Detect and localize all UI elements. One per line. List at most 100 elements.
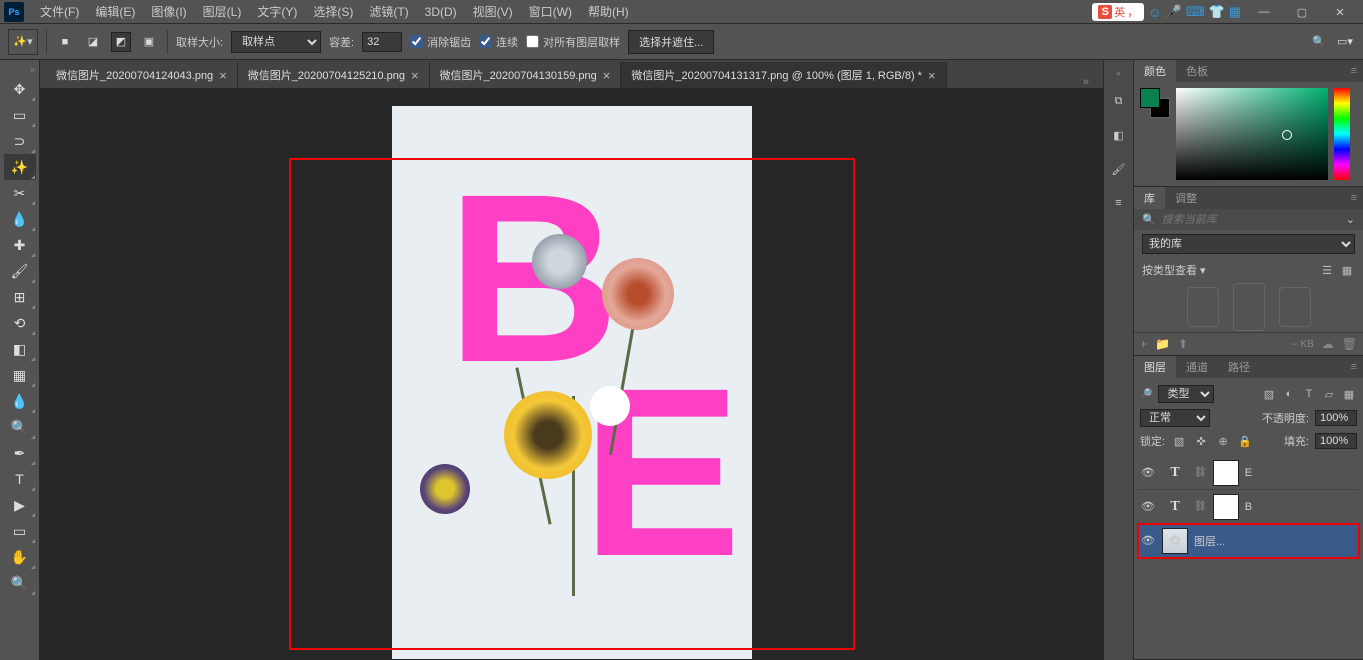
close-button[interactable]: ✕ [1325, 2, 1355, 22]
menu-file[interactable]: 文件(F) [32, 3, 87, 20]
add-icon[interactable]: + [1140, 337, 1147, 351]
library-view-label[interactable]: 按类型查看 ▾ [1142, 262, 1206, 278]
dodge-tool[interactable]: 🔍 [4, 414, 36, 440]
canvas-viewport[interactable]: B E [40, 88, 1103, 660]
doc-tab-1[interactable]: 微信图片_20200704124043.png× [46, 62, 238, 88]
pen-tool[interactable]: ✒ [4, 440, 36, 466]
adjustments-tab[interactable]: 调整 [1165, 187, 1207, 209]
path-select-tool[interactable]: ▶ [4, 492, 36, 518]
filter-adjust-icon[interactable]: ◐ [1281, 386, 1297, 402]
crop-tool[interactable]: ✂ [4, 180, 36, 206]
doc-tab-2[interactable]: 微信图片_20200704125210.png× [238, 62, 430, 88]
close-icon[interactable]: × [603, 68, 611, 83]
tolerance-input[interactable] [362, 32, 402, 52]
all-layers-checkbox[interactable]: 对所有图层取样 [526, 34, 620, 50]
ime-indicator[interactable]: S英， [1092, 3, 1144, 21]
select-and-mask-button[interactable]: 选择并遮住... [628, 30, 714, 54]
stamp-tool[interactable]: ⊞ [4, 284, 36, 310]
minimize-button[interactable]: — [1249, 2, 1279, 22]
strip-expand-icon[interactable]: « [1116, 68, 1121, 78]
chevron-down-icon[interactable]: ⌄ [1346, 213, 1355, 226]
workspace-icon[interactable]: ▭▾ [1335, 32, 1355, 52]
paths-tab[interactable]: 路径 [1218, 356, 1260, 378]
color-picker-field[interactable] [1176, 88, 1328, 180]
color-swatches[interactable] [1140, 88, 1170, 118]
libraries-tab[interactable]: 库 [1134, 187, 1165, 209]
search-icon[interactable]: 🔍 [1309, 32, 1329, 52]
keyboard-icon[interactable]: ⌨ [1186, 4, 1205, 20]
filter-pixel-icon[interactable]: ▧ [1261, 386, 1277, 402]
panel-menu-icon[interactable]: ≡ [1345, 192, 1363, 204]
doc-tab-4[interactable]: 微信图片_20200704131317.png @ 100% (图层 1, RG… [621, 62, 946, 88]
tab-overflow-icon[interactable]: » [1075, 76, 1097, 88]
magic-wand-tool[interactable]: ✨ [4, 154, 36, 180]
layer-mask-thumb[interactable] [1213, 460, 1239, 486]
antialias-checkbox[interactable]: 消除锯齿 [410, 34, 471, 50]
library-search[interactable]: 🔍 ⌄ [1134, 209, 1363, 230]
folder-icon[interactable]: 📁 [1155, 337, 1170, 351]
filter-smart-icon[interactable]: ▦ [1341, 386, 1357, 402]
lock-position-icon[interactable]: ✜ [1193, 433, 1209, 449]
layers-tab[interactable]: 图层 [1134, 356, 1176, 378]
filter-shape-icon[interactable]: ▱ [1321, 386, 1337, 402]
menu-edit[interactable]: 编辑(E) [87, 3, 143, 20]
emoji-icon[interactable]: ☺ [1148, 5, 1161, 20]
add-selection-icon[interactable]: ◪ [83, 32, 103, 52]
menu-layer[interactable]: 图层(L) [195, 3, 250, 20]
blend-mode-select[interactable]: 正常 [1140, 409, 1210, 427]
canvas[interactable]: B E [392, 106, 752, 659]
healing-tool[interactable]: ✚ [4, 232, 36, 258]
grid-view-icon[interactable]: ▦ [1339, 262, 1355, 278]
cloud-icon[interactable]: ☁ [1322, 337, 1334, 351]
new-selection-icon[interactable]: ■ [55, 32, 75, 52]
shape-tool[interactable]: ▭ [4, 518, 36, 544]
foreground-color-swatch[interactable] [1140, 88, 1160, 108]
marquee-tool[interactable]: ▭ [4, 102, 36, 128]
visibility-icon[interactable]: 👁 [1140, 534, 1156, 547]
filter-type-icon[interactable]: T [1301, 386, 1317, 402]
move-tool[interactable]: ✥ [4, 76, 36, 102]
menu-window[interactable]: 窗口(W) [521, 3, 580, 20]
brush-panel-icon[interactable]: 🖌 [1108, 158, 1130, 180]
swatches-tab[interactable]: 色板 [1176, 60, 1218, 82]
menu-select[interactable]: 选择(S) [305, 3, 361, 20]
eyedropper-tool[interactable]: 💧 [4, 206, 36, 232]
panel-menu-icon[interactable]: ≡ [1345, 361, 1363, 373]
type-tool[interactable]: T [4, 466, 36, 492]
properties-panel-icon[interactable]: ◧ [1108, 124, 1130, 146]
menu-3d[interactable]: 3D(D) [417, 5, 465, 19]
upload-icon[interactable]: ⬆ [1178, 337, 1188, 351]
library-search-input[interactable] [1162, 214, 1340, 226]
hand-tool[interactable]: ✋ [4, 544, 36, 570]
lock-artboard-icon[interactable]: ⊕ [1215, 433, 1231, 449]
library-select[interactable]: 我的库 [1142, 234, 1355, 254]
intersect-selection-icon[interactable]: ▣ [139, 32, 159, 52]
lock-pixels-icon[interactable]: ▧ [1171, 433, 1187, 449]
sample-size-select[interactable]: 取样点 [231, 31, 321, 53]
close-icon[interactable]: × [219, 68, 227, 83]
adjustments-panel-icon[interactable]: ≡ [1108, 192, 1130, 214]
lock-all-icon[interactable]: 🔒 [1237, 433, 1253, 449]
brush-tool[interactable]: 🖌 [4, 258, 36, 284]
history-panel-icon[interactable]: ⧉ [1108, 90, 1130, 112]
visibility-icon[interactable]: 👁 [1140, 500, 1156, 513]
lasso-tool[interactable]: ⊃ [4, 128, 36, 154]
mic-icon[interactable]: 🎤 [1166, 4, 1182, 20]
opacity-input[interactable] [1315, 410, 1357, 426]
layer-item-e[interactable]: 👁 T ⛓ E [1138, 456, 1359, 490]
eraser-tool[interactable]: ◧ [4, 336, 36, 362]
layer-item-b[interactable]: 👁 T ⛓ B [1138, 490, 1359, 524]
close-icon[interactable]: × [411, 68, 419, 83]
doc-tab-3[interactable]: 微信图片_20200704130159.png× [430, 62, 622, 88]
menu-image[interactable]: 图像(I) [143, 3, 194, 20]
contiguous-checkbox[interactable]: 连续 [479, 34, 518, 50]
list-view-icon[interactable]: ☰ [1319, 262, 1335, 278]
subtract-selection-icon[interactable]: ◩ [111, 32, 131, 52]
menu-help[interactable]: 帮助(H) [580, 3, 637, 20]
color-tab[interactable]: 颜色 [1134, 60, 1176, 82]
blur-tool[interactable]: 💧 [4, 388, 36, 414]
layer-mask-thumb[interactable] [1213, 494, 1239, 520]
history-brush-tool[interactable]: ⟲ [4, 310, 36, 336]
trash-icon[interactable]: 🗑 [1342, 337, 1357, 351]
menu-filter[interactable]: 滤镜(T) [361, 3, 416, 20]
